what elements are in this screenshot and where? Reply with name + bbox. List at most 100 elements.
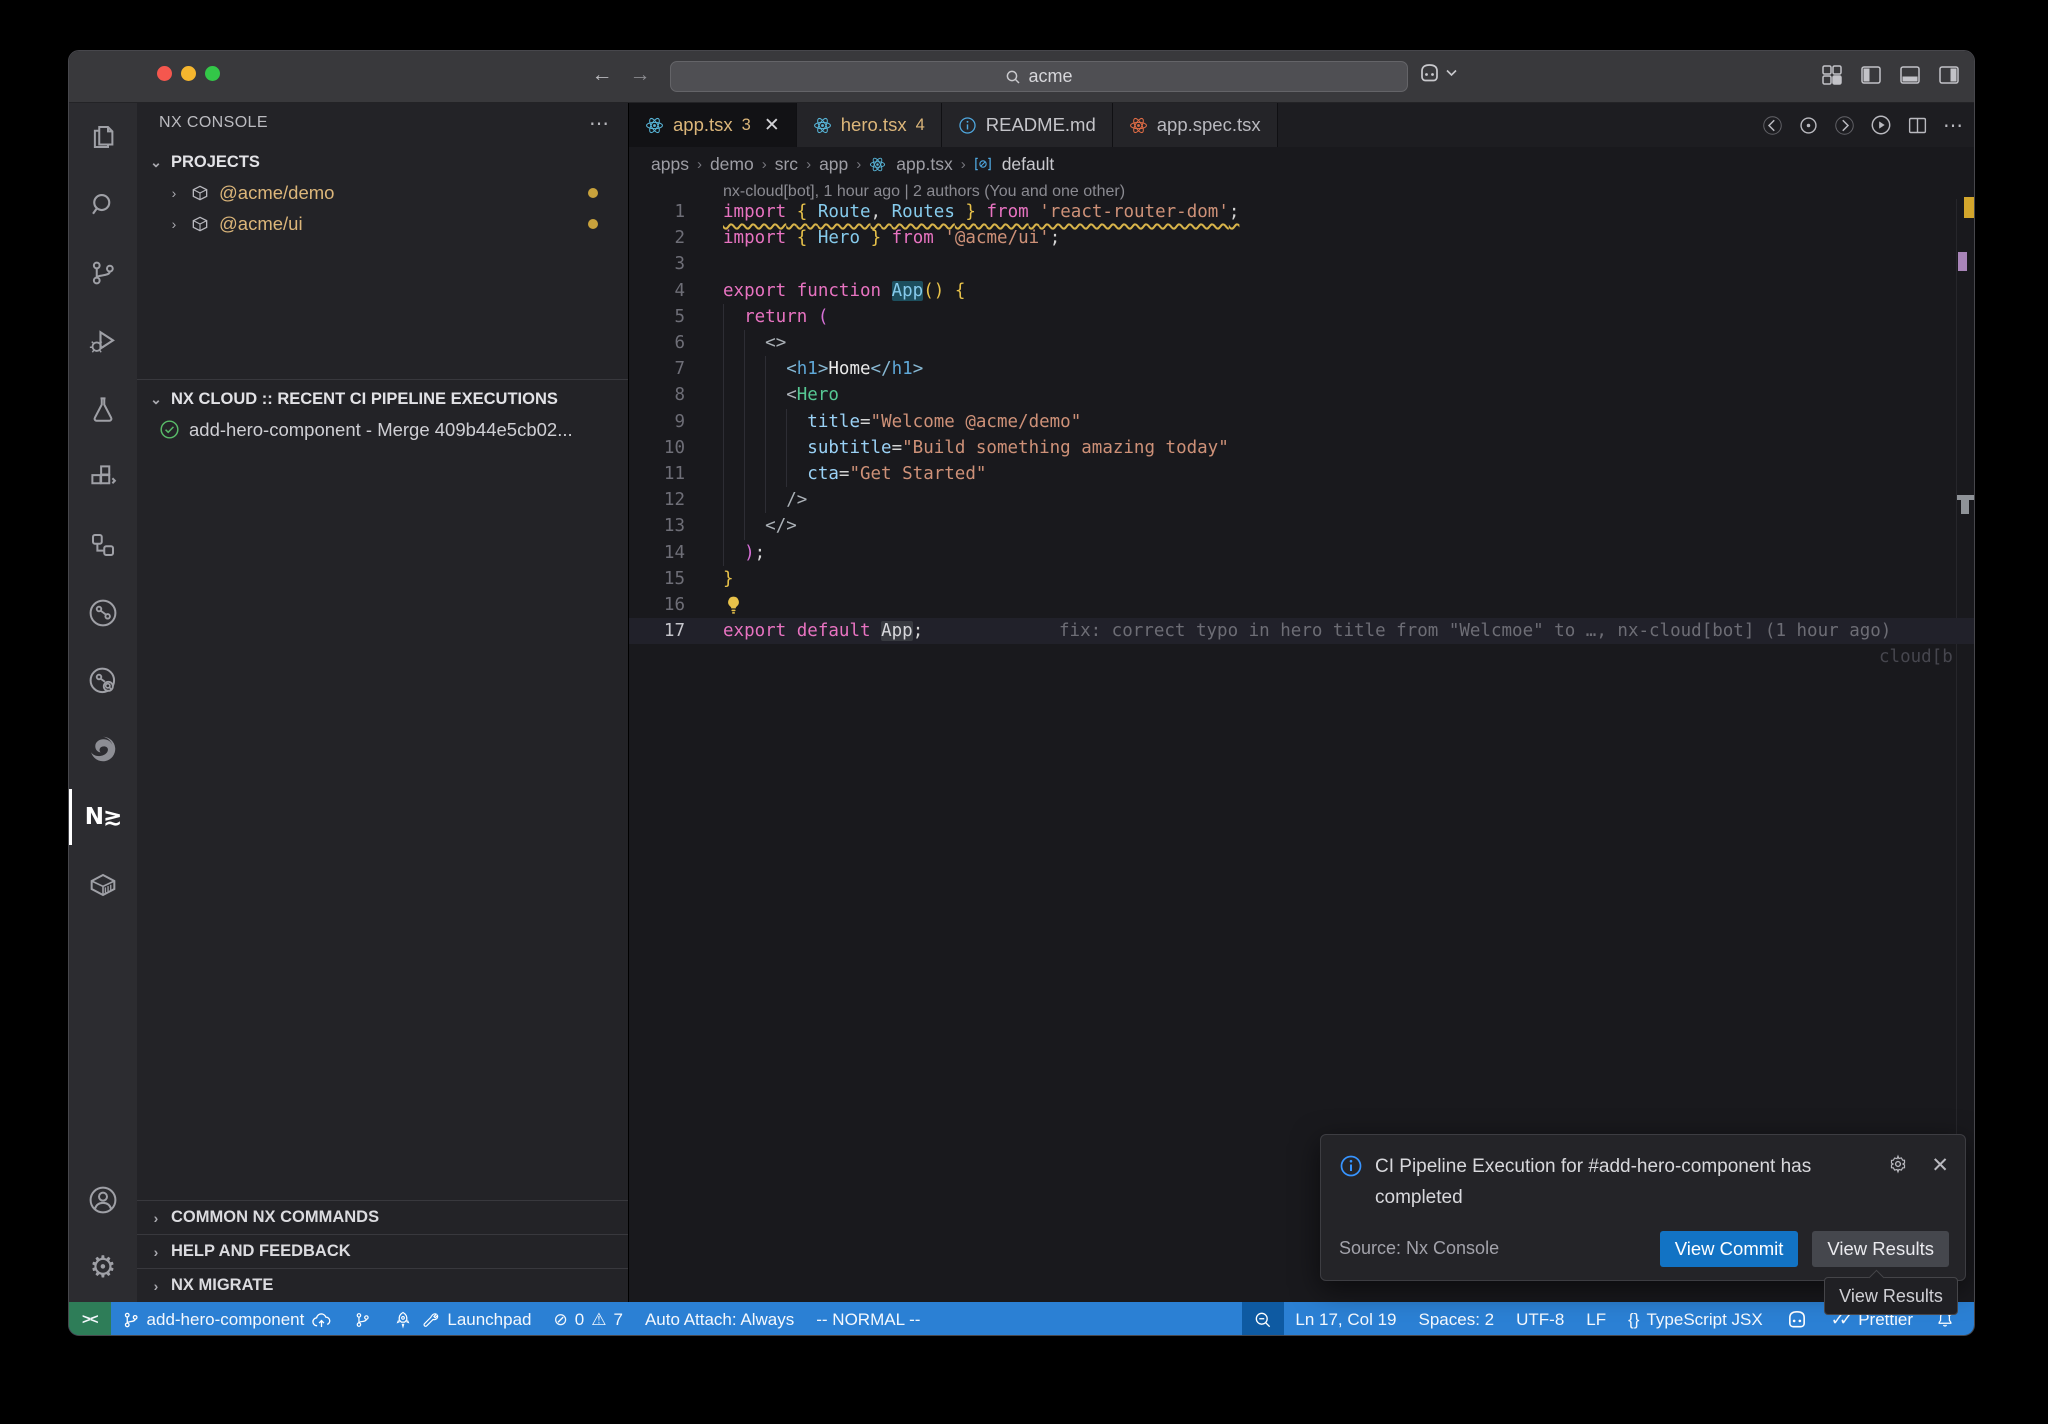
project-item-acme-demo[interactable]: › @acme/demo [137, 177, 628, 208]
sidebar-more-actions-icon[interactable]: ⋯ [589, 111, 610, 136]
tab-app-tsx[interactable]: app.tsx 3 ✕ [629, 103, 797, 147]
nav-forward-icon[interactable] [1834, 115, 1855, 136]
toggle-panel-icon[interactable] [1899, 64, 1921, 86]
code-line[interactable]: 2import { Hero } from '@acme/ui'; [629, 225, 1974, 251]
encoding-item[interactable]: UTF-8 [1505, 1302, 1575, 1336]
info-icon [1339, 1154, 1363, 1178]
copilot-icon [1417, 62, 1442, 84]
remote-indicator[interactable]: >< [69, 1302, 111, 1336]
code-line[interactable]: 9 title="Welcome @acme/demo" [629, 409, 1974, 435]
breadcrumb-item[interactable]: demo [710, 154, 754, 175]
zoom-indicator[interactable] [1242, 1302, 1284, 1336]
copilot-menu[interactable] [1417, 62, 1457, 84]
breadcrumb-item[interactable]: apps [651, 154, 689, 175]
code-line[interactable]: 8 <Hero [629, 382, 1974, 408]
settings-gear-icon[interactable]: ⚙ [69, 1234, 137, 1302]
vim-mode-item[interactable]: -- NORMAL -- [805, 1302, 931, 1336]
notification-close-icon[interactable]: ✕ [1931, 1153, 1949, 1178]
search-icon[interactable] [69, 171, 137, 239]
tab-readme-md[interactable]: README.md [942, 103, 1113, 147]
workspace-icon[interactable] [69, 511, 137, 579]
code-line[interactable]: 15} [629, 566, 1974, 592]
language-mode-item[interactable]: {} TypeScript JSX [1617, 1302, 1774, 1336]
nav-target-icon[interactable] [1798, 115, 1819, 136]
history-forward-button[interactable]: → [625, 63, 655, 87]
react-icon [1129, 116, 1148, 135]
breadcrumb[interactable]: apps›demo›src›app›app.tsx›default [629, 147, 1974, 181]
explorer-icon[interactable] [69, 103, 137, 171]
code-line[interactable]: 7 <h1>Home</h1> [629, 356, 1974, 382]
notification-toast: CI Pipeline Execution for #add-hero-comp… [1320, 1134, 1966, 1281]
split-editor-icon[interactable] [1907, 115, 1928, 136]
copilot-icon [1785, 1309, 1809, 1330]
nx-console-icon[interactable]: N≳ [69, 783, 137, 851]
container-icon[interactable] [69, 851, 137, 919]
problems-item[interactable]: ⊘ 0 ⚠ 7 [543, 1302, 634, 1336]
tab-badge: 3 [742, 116, 751, 135]
toggle-sidebar-left-icon[interactable] [1860, 64, 1882, 86]
close-window-button[interactable] [157, 66, 172, 81]
pipeline-label: add-hero-component - Merge 409b44e5cb02.… [189, 419, 573, 441]
account-icon[interactable] [69, 1166, 137, 1234]
breadcrumb-item[interactable]: app [819, 154, 848, 175]
toggle-sidebar-right-icon[interactable] [1938, 64, 1960, 86]
line-number: 9 [629, 409, 685, 435]
testing-icon[interactable] [69, 375, 137, 443]
code-line[interactable]: 6 <> [629, 330, 1974, 356]
project-label: @acme/ui [219, 213, 303, 235]
nav-back-icon[interactable] [1762, 115, 1783, 136]
run-debug-icon[interactable] [69, 307, 137, 375]
copilot-status-item[interactable] [1774, 1302, 1820, 1336]
eol-item[interactable]: LF [1575, 1302, 1617, 1336]
extensions-icon[interactable] [69, 443, 137, 511]
breadcrumb-item[interactable]: default [1002, 154, 1055, 175]
code-line[interactable]: 4export function App() { [629, 278, 1974, 304]
tab-hero-tsx[interactable]: hero.tsx 4 [797, 103, 942, 147]
close-tab-icon[interactable]: ✕ [764, 114, 780, 137]
projects-section-header[interactable]: ⌄ PROJECTS [137, 147, 628, 177]
sync-status-item[interactable] [343, 1302, 382, 1336]
chevron-right-icon: › [167, 216, 181, 232]
launchpad-item[interactable]: Launchpad [382, 1302, 542, 1336]
code-line[interactable]: 1import { Route, Routes } from 'react-ro… [629, 199, 1974, 225]
code-line[interactable]: 11 cta="Get Started" [629, 461, 1974, 487]
code-line[interactable]: 13 </> [629, 513, 1974, 539]
breadcrumb-item[interactable]: app.tsx [896, 154, 952, 175]
line-number: 8 [629, 382, 685, 408]
line-number: 6 [629, 330, 685, 356]
code-line[interactable]: 17export default App;fix: correct typo i… [629, 618, 1974, 644]
section-common-nx-commands[interactable]: › COMMON NX COMMANDS [137, 1200, 628, 1234]
more-actions-icon[interactable]: ⋯ [1943, 113, 1964, 138]
breadcrumb-item[interactable]: src [775, 154, 798, 175]
minimize-window-button[interactable] [181, 66, 196, 81]
code-line[interactable]: 14 ); [629, 540, 1974, 566]
view-commit-button[interactable]: View Commit [1660, 1231, 1799, 1267]
maximize-window-button[interactable] [205, 66, 220, 81]
pipeline-execution-item[interactable]: add-hero-component - Merge 409b44e5cb02.… [137, 414, 628, 445]
section-help-and-feedback[interactable]: › HELP AND FEEDBACK [137, 1234, 628, 1268]
view-results-button[interactable]: View Results [1812, 1231, 1949, 1267]
notification-settings-gear-icon[interactable] [1887, 1153, 1909, 1175]
nx-graph-search-icon[interactable] [69, 647, 137, 715]
code-line[interactable]: 12 /> [629, 487, 1974, 513]
customize-layout-icon[interactable] [1821, 64, 1843, 86]
run-file-icon[interactable] [1870, 114, 1892, 136]
code-line[interactable]: 3 [629, 251, 1974, 277]
auto-attach-item[interactable]: Auto Attach: Always [634, 1302, 805, 1336]
edge-browser-icon[interactable] [69, 715, 137, 783]
branch-item[interactable]: add-hero-component [111, 1302, 344, 1336]
indentation-item[interactable]: Spaces: 2 [1408, 1302, 1506, 1336]
project-item-acme-ui[interactable]: › @acme/ui [137, 208, 628, 239]
source-control-icon[interactable] [69, 239, 137, 307]
cursor-position-item[interactable]: Ln 17, Col 19 [1284, 1302, 1407, 1336]
code-line[interactable]: 5 return ( [629, 304, 1974, 330]
nx-graph-icon[interactable] [69, 579, 137, 647]
code-line[interactable]: 10 subtitle="Build something amazing tod… [629, 435, 1974, 461]
code-line[interactable]: 16 [629, 592, 1974, 618]
section-nx-migrate[interactable]: › NX MIGRATE [137, 1268, 628, 1302]
tab-app-spec-tsx[interactable]: app.spec.tsx [1113, 103, 1278, 147]
sidebar-nx-console: NX CONSOLE ⋯ ⌄ PROJECTS › @acme/demo › @ [137, 103, 629, 1302]
nx-cloud-section-header[interactable]: ⌄ NX CLOUD :: RECENT CI PIPELINE EXECUTI… [137, 384, 628, 414]
history-back-button[interactable]: ← [587, 63, 617, 87]
command-center-search[interactable]: acme [670, 61, 1408, 92]
